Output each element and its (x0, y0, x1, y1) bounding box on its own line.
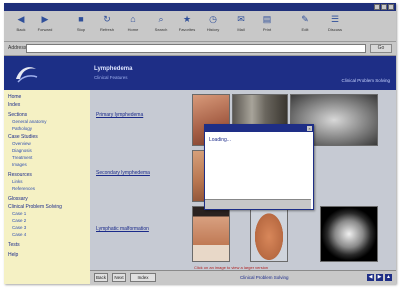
sidebar-item-home[interactable]: Home (8, 94, 21, 100)
row-link-malformation[interactable]: Lymphatic malformation (96, 226, 149, 232)
thumbnail-infant[interactable] (250, 206, 288, 262)
window-controls (374, 4, 394, 10)
sidebar-item-diagnosis[interactable]: Diagnosis (12, 148, 32, 154)
sidebar-item-glossary[interactable]: Glossary (8, 196, 28, 202)
refresh-icon: ↻ (103, 14, 111, 24)
back-button[interactable]: ◀ Back (10, 14, 32, 38)
stop-button[interactable]: ■ Stop (70, 14, 92, 38)
up-arrow-icon[interactable]: ▲ (385, 274, 392, 281)
address-input[interactable] (26, 44, 366, 53)
next-arrow-icon[interactable]: ▶ (376, 274, 383, 281)
bottom-nav-text[interactable]: Clinical Problem Solving (240, 275, 289, 280)
stop-icon: ■ (78, 14, 84, 24)
header-link[interactable]: Clinical Problem Solving (341, 78, 390, 83)
sidebar-item-clinical-problem-solving[interactable]: Clinical Problem Solving (8, 204, 62, 210)
sidebar-item-case-studies[interactable]: Case Studies (8, 134, 38, 140)
prev-arrow-icon[interactable]: ◀ (367, 274, 374, 281)
sidebar-nav: Home Index Sections General anatomy Path… (4, 90, 91, 284)
toolbar: ◀ Back ▶ Forward ■ Stop ↻ Refresh ⌂ Home ⌕ Sea… (4, 11, 396, 42)
page-arrows: ◀ ▶ ▲ (367, 274, 392, 281)
discuss-icon: ☰ (330, 14, 340, 24)
address-label: Address (8, 45, 27, 51)
popup-text: Loading... (209, 137, 231, 143)
page-subtitle: Clinical Features (94, 75, 128, 80)
page-content: Home Index Sections General anatomy Path… (4, 56, 396, 285)
sidebar-item-sections[interactable]: Sections (8, 112, 27, 118)
mail-icon: ✉ (237, 14, 245, 24)
address-bar: Address Go (4, 42, 396, 56)
page-header: Lymphedema Clinical Features Clinical Pr… (90, 56, 396, 90)
logo-swirl-icon (16, 67, 38, 83)
sidebar-item-resources[interactable]: Resources (8, 172, 32, 178)
popup-titlebar: × (205, 125, 313, 132)
forward-arrow-icon: ▶ (41, 14, 49, 24)
sidebar-item-case-2[interactable]: Case 2 (12, 218, 26, 224)
forward-button[interactable]: ▶ Forward (34, 14, 56, 38)
go-button[interactable]: Go (370, 44, 392, 53)
sidebar-item-pathology[interactable]: Pathology (12, 126, 32, 132)
favorites-icon: ★ (182, 14, 192, 24)
refresh-button[interactable]: ↻ Refresh (96, 14, 118, 38)
bottom-index-button[interactable]: Index (130, 273, 156, 282)
minimize-button[interactable] (374, 4, 380, 10)
row-link-secondary[interactable]: Secondary lymphedema (96, 170, 150, 176)
popup-statusbar (205, 199, 311, 209)
sidebar-item-help[interactable]: Help (8, 252, 18, 258)
history-icon: ◷ (209, 14, 217, 24)
maximize-button[interactable] (381, 4, 387, 10)
home-button[interactable]: ⌂ Home (122, 14, 144, 38)
bottom-back-button[interactable]: Back (94, 273, 108, 282)
discuss-button[interactable]: ☰ Discuss (324, 14, 346, 38)
edit-button[interactable]: ✎ Edit (294, 14, 316, 38)
search-button[interactable]: ⌕ Search (150, 14, 172, 38)
popup-window[interactable]: × Loading... (204, 124, 314, 210)
edit-icon: ✎ (301, 14, 309, 24)
bottom-nav-bar: Back Next Index Clinical Problem Solving… (90, 270, 396, 285)
row-link-primary[interactable]: Primary lymphedema (96, 112, 143, 118)
close-button[interactable] (388, 4, 394, 10)
search-icon: ⌕ (158, 14, 164, 24)
print-icon: ▤ (262, 14, 272, 24)
home-icon: ⌂ (130, 14, 136, 24)
sidebar-item-tests[interactable]: Tests (8, 242, 20, 248)
page-title: Lymphedema (94, 66, 133, 72)
sidebar-item-index[interactable]: Index (8, 102, 20, 108)
sidebar-item-case-3[interactable]: Case 3 (12, 225, 26, 231)
history-button[interactable]: ◷ History (202, 14, 224, 38)
sidebar-item-treatment[interactable]: Treatment (12, 155, 32, 161)
sidebar-item-references[interactable]: References (12, 186, 35, 192)
browser-window: ◀ Back ▶ Forward ■ Stop ↻ Refresh ⌂ Home ⌕ Sea… (4, 3, 396, 285)
bottom-next-button[interactable]: Next (112, 273, 126, 282)
thumbnail-ct-scan[interactable] (320, 206, 378, 262)
sidebar-item-case-4[interactable]: Case 4 (12, 232, 26, 238)
sidebar-item-links[interactable]: Links (12, 179, 23, 185)
mail-button[interactable]: ✉ Mail (230, 14, 252, 38)
favorites-button[interactable]: ★ Favorites (176, 14, 198, 38)
title-bar (4, 3, 396, 11)
back-arrow-icon: ◀ (17, 14, 25, 24)
sidebar-item-case-1[interactable]: Case 1 (12, 211, 26, 217)
sidebar-item-general-anatomy[interactable]: General anatomy (12, 119, 47, 125)
site-logo[interactable] (4, 56, 90, 90)
print-button[interactable]: ▤ Print (256, 14, 278, 38)
sidebar-item-images[interactable]: Images (12, 162, 27, 168)
sidebar-item-overview[interactable]: Overview (12, 141, 31, 147)
thumbnail-abdomen[interactable] (192, 206, 230, 262)
popup-close-icon[interactable]: × (307, 126, 312, 131)
